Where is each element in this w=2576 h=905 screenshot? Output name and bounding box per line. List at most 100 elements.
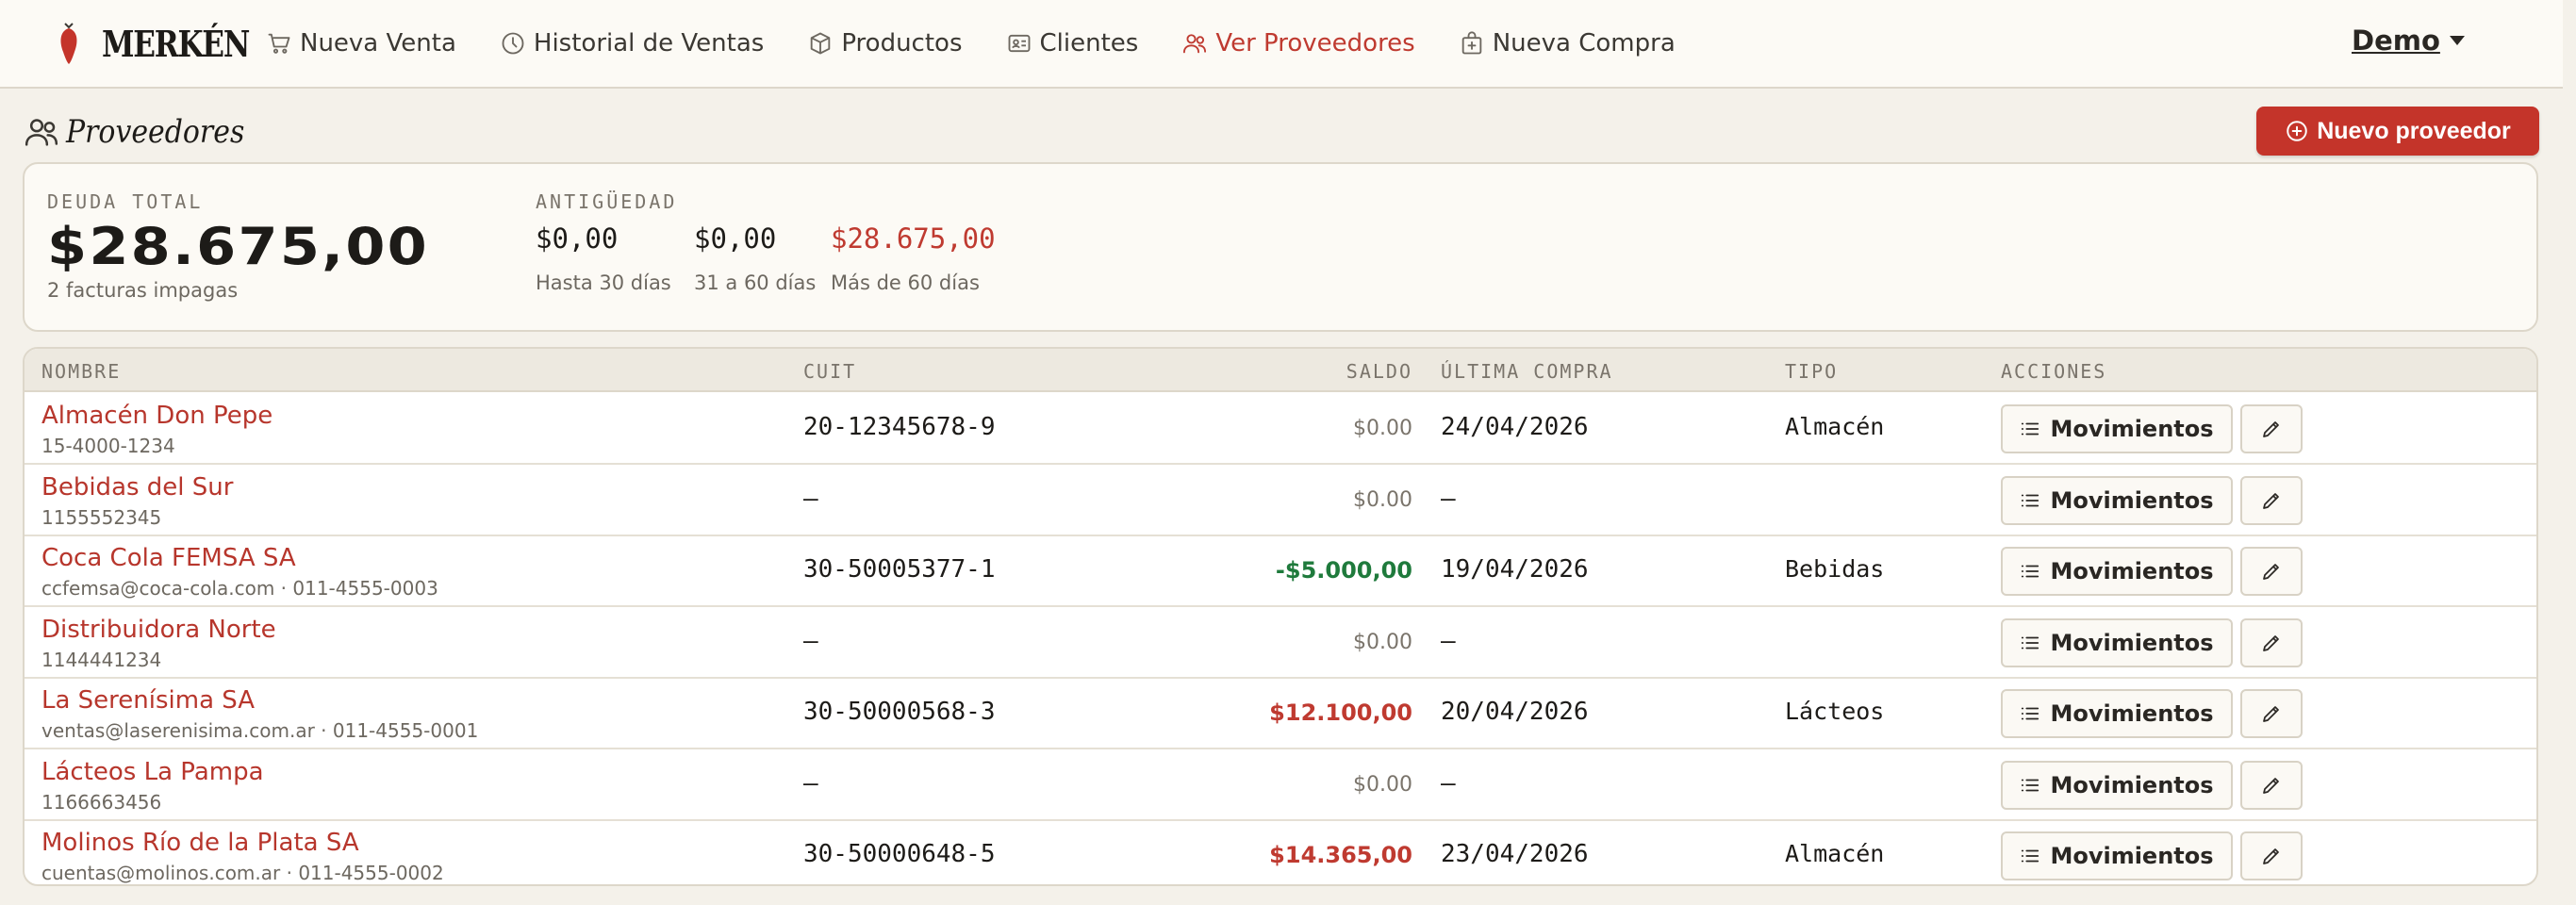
clock-icon [502,32,524,55]
supplier-name-link[interactable]: Coca Cola FEMSA SA [41,544,296,572]
supplier-name-link[interactable]: Bebidas del Sur [41,473,233,502]
last-purchase-date: 20/04/2026 [1441,698,1589,726]
supplier-cuit: — [803,768,818,798]
nav-label: Nueva Compra [1492,29,1676,58]
list-icon [2022,849,2039,863]
aging-caption: Hasta 30 días [536,272,671,294]
last-purchase-date: — [1441,484,1456,513]
column-header-tipo[interactable]: TIPO [1785,360,1838,383]
list-icon [2022,779,2039,791]
pencil-icon [2263,564,2279,580]
list-icon [2022,636,2039,649]
debt-summary-card: DEUDA TOTAL $28.675,00 2 facturas impaga… [23,162,2538,332]
aging-value: $28.675,00 [831,222,996,255]
pencil-icon [2263,492,2279,509]
supplier-contact: 1166663456 [41,790,162,814]
pencil-icon [2263,634,2279,651]
nav-item-nueva-compra[interactable]: Nueva Compra [1459,29,1676,58]
page-title: Proveedores [66,113,245,151]
aging-bucket-60: $0,00 31 a 60 días [694,222,816,294]
aging-caption: Más de 60 días [831,272,980,294]
column-header-last-purchase[interactable]: ÚLTIMA COMPRA [1441,360,1613,383]
list-icon [2022,494,2039,506]
supplier-cuit: 20-12345678-9 [803,413,996,441]
supplier-name-link[interactable]: Molinos Río de la Plata SA [41,829,359,857]
plus-circle-icon [2287,121,2307,141]
supplier-name-link[interactable]: Almacén Don Pepe [41,402,272,430]
movements-button[interactable]: Movimientos [2001,475,2233,525]
movements-label: Movimientos [2050,416,2214,442]
debt-total-label: DEUDA TOTAL [47,190,204,213]
table-header: NOMBRE CUIT SALDO ÚLTIMA COMPRA TIPO ACC… [25,349,2536,392]
supplier-type: Bebidas [1785,555,1885,583]
last-purchase-date: 19/04/2026 [1441,555,1589,584]
main-nav: Nueva Venta Historial de Ventas Producto… [266,0,1719,87]
movements-label: Movimientos [2050,700,2214,727]
movements-label: Movimientos [2050,771,2214,798]
column-header-cuit[interactable]: CUIT [803,360,856,383]
caret-down-icon [2449,36,2465,45]
user-menu[interactable]: Demo [2352,25,2465,57]
aging-bucket-30: $0,00 Hasta 30 días [536,222,671,294]
movements-label: Movimientos [2050,558,2214,584]
nav-item-clientes[interactable]: Clientes [1006,29,1138,58]
column-header-acciones: ACCIONES [2001,360,2107,383]
edit-button[interactable] [2240,689,2303,738]
supplier-contact: 15-4000-1234 [41,435,175,457]
edit-button[interactable] [2240,404,2303,453]
supplier-cuit: 30-50000568-3 [803,698,996,726]
movements-button[interactable]: Movimientos [2001,689,2233,738]
supplier-balance: $14.365,00 [1269,842,1412,868]
edit-button[interactable] [2240,547,2303,596]
supplier-name-link[interactable]: La Serenísima SA [41,686,255,715]
table-row: La Serenísima SA ventas@laserenisima.com… [25,679,2536,749]
last-purchase-date: 24/04/2026 [1441,413,1589,441]
movements-label: Movimientos [2050,486,2214,514]
supplier-contact: 1144441234 [41,648,162,671]
pencil-icon [2263,848,2279,864]
supplier-cuit: 30-50005377-1 [803,555,996,584]
supplier-contact: ccfemsa@coca-cola.com · 011-4555-0003 [41,577,438,600]
new-supplier-button[interactable]: Nuevo proveedor [2256,107,2539,156]
edit-button[interactable] [2240,617,2303,667]
supplier-name-link[interactable]: Lácteos La Pampa [41,758,264,786]
supplier-balance: $0.00 [1353,630,1412,654]
debt-total-value: $28.675,00 [47,217,430,276]
user-name: Demo [2352,25,2440,57]
movements-button[interactable]: Movimientos [2001,760,2233,810]
column-header-name[interactable]: NOMBRE [41,360,121,383]
aging-label: ANTIGÜEDAD [536,190,678,213]
chili-logo-icon [60,23,77,64]
page-header: Proveedores [23,106,269,158]
brand-name: MERKÉN [102,22,250,65]
id-card-icon [1008,34,1030,53]
supplier-balance: $12.100,00 [1269,699,1412,726]
table-row: Distribuidora Norte 1144441234 — $0.00 —… [25,608,2536,679]
nav-item-historial-ventas[interactable]: Historial de Ventas [500,29,764,58]
last-purchase-date: — [1441,768,1456,798]
table-row: Almacén Don Pepe 15-4000-1234 20-1234567… [25,394,2536,465]
movements-button[interactable]: Movimientos [2001,547,2233,596]
edit-button[interactable] [2240,831,2303,880]
table-row: Molinos Río de la Plata SA cuentas@molin… [25,821,2536,884]
nav-item-productos[interactable]: Productos [807,29,963,58]
movements-button[interactable]: Movimientos [2001,404,2233,453]
movements-button[interactable]: Movimientos [2001,617,2233,667]
brand[interactable]: MERKÉN [57,22,281,65]
supplier-cuit: — [803,626,818,655]
aging-value: $0,00 [694,222,777,255]
supplier-name-link[interactable]: Distribuidora Norte [41,616,276,644]
list-icon [2022,565,2039,578]
nav-item-ver-proveedores[interactable]: Ver Proveedores [1181,29,1415,58]
users-icon [1183,34,1207,54]
pencil-icon [2263,706,2279,722]
column-header-saldo[interactable]: SALDO [1346,360,1412,383]
edit-button[interactable] [2240,760,2303,810]
movements-label: Movimientos [2050,843,2214,869]
last-purchase-date: 23/04/2026 [1441,840,1589,868]
list-icon [2022,422,2039,436]
supplier-cuit: — [803,484,818,513]
nav-item-nueva-venta[interactable]: Nueva Venta [266,29,456,58]
movements-button[interactable]: Movimientos [2001,831,2233,880]
edit-button[interactable] [2240,475,2303,525]
